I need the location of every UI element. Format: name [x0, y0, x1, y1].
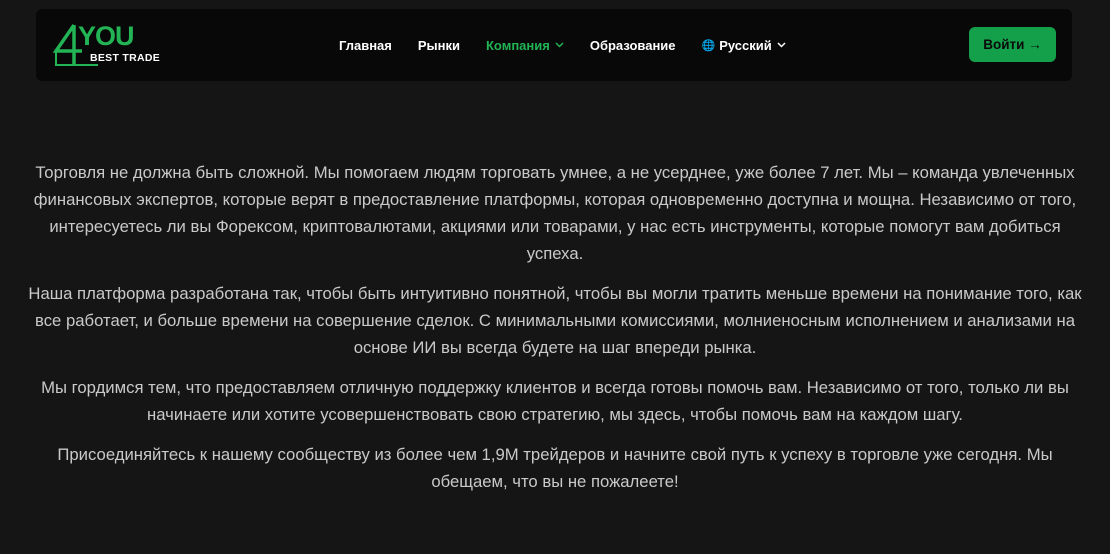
- chevron-down-icon: [777, 42, 786, 48]
- paragraph: Торговля не должна быть сложной. Мы помо…: [33, 163, 1077, 263]
- nav-item-label: Образование: [589, 37, 676, 53]
- nav-item-markets[interactable]: Рынки: [418, 38, 460, 53]
- globe-icon: 🌐: [701, 39, 716, 52]
- language-label: Русский: [719, 37, 772, 53]
- top-navbar: YOU BEST TRADE Главная Рынки Компания Об…: [36, 9, 1072, 81]
- main-nav: Главная Рынки Компания Образование 🌐 Рус…: [339, 9, 812, 81]
- paragraph: Мы гордимся тем, что предоставляем отлич…: [41, 378, 1069, 424]
- chevron-down-icon: [555, 42, 564, 48]
- nav-item-company[interactable]: Компания: [486, 38, 564, 53]
- paragraph: Присоединяйтесь к нашему сообществу из б…: [57, 445, 1053, 491]
- language-selector[interactable]: 🌐 Русский: [702, 38, 786, 53]
- nav-item-home[interactable]: Главная: [339, 38, 392, 53]
- about-text: Торговля не должна быть сложной. Мы помо…: [28, 159, 1082, 508]
- nav-item-label: Рынки: [417, 37, 460, 53]
- nav-item-education[interactable]: Образование: [590, 38, 676, 53]
- nav-item-label: Компания: [486, 37, 550, 53]
- nav-item-label: Главная: [339, 37, 392, 53]
- logo-tagline: BEST TRADE: [90, 52, 161, 64]
- logo-brand: YOU: [78, 21, 135, 51]
- paragraph: Наша платформа разработана так, чтобы бы…: [28, 284, 1082, 357]
- login-button[interactable]: Войти →: [969, 27, 1056, 62]
- logo[interactable]: YOU BEST TRADE: [52, 21, 160, 67]
